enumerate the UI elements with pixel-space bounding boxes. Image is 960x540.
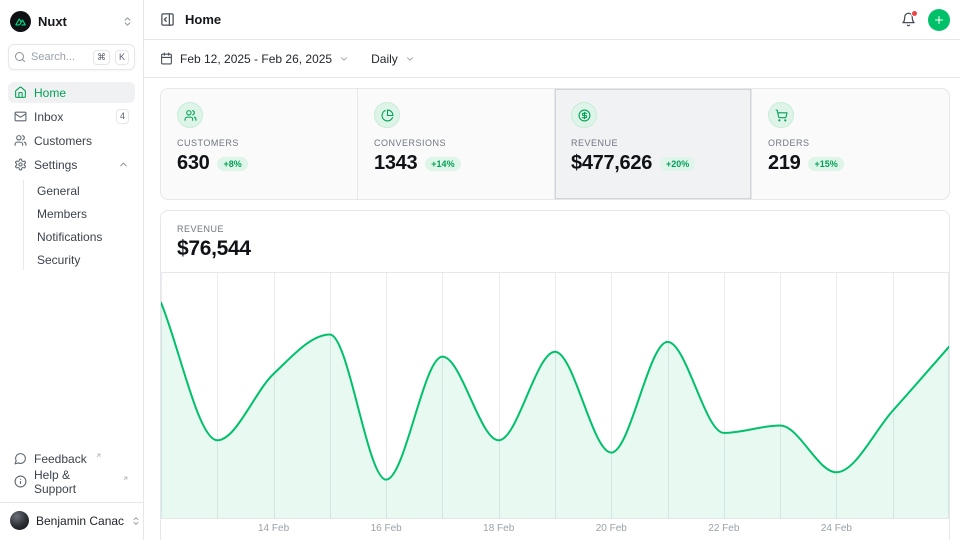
sidebar-item-inbox[interactable]: Inbox 4 (8, 106, 135, 127)
notification-dot (911, 10, 918, 17)
date-range-value: Feb 12, 2025 - Feb 26, 2025 (180, 52, 332, 66)
stat-orders[interactable]: ORDERS 219 +15% (752, 89, 949, 199)
x-tick-label: 14 Feb (258, 523, 289, 534)
chart-metric-label: REVENUE (177, 224, 933, 234)
revenue-chart-svg[interactable] (161, 273, 949, 519)
settings-submenu: General Members Notifications Security (23, 180, 135, 270)
app-window: Nuxt Search... ⌘ K Home (0, 0, 960, 540)
external-link-icon (122, 475, 129, 482)
chevrons-up-down-icon (122, 16, 133, 27)
x-tick-label: 16 Feb (371, 523, 402, 534)
user-name: Benjamin Canac (36, 514, 124, 528)
stat-delta-badge: +14% (425, 157, 460, 171)
stat-conversions[interactable]: CONVERSIONS 1343 +14% (358, 89, 555, 199)
search-placeholder: Search... (31, 51, 88, 63)
search-icon (14, 51, 26, 63)
users-icon (177, 102, 203, 128)
stat-value: $477,626 (571, 152, 652, 175)
sidebar: Nuxt Search... ⌘ K Home (0, 0, 144, 540)
help-support-label: Help & Support (34, 468, 114, 496)
sidebar-item-label: Settings (34, 158, 77, 172)
chevron-up-icon (118, 159, 129, 170)
stat-label: CONVERSIONS (374, 138, 538, 148)
add-button[interactable] (928, 9, 950, 31)
sidebar-nav: Home Inbox 4 Customers Settings (8, 82, 135, 270)
external-link-icon (95, 452, 102, 459)
chart-metric-value: $76,544 (177, 237, 933, 261)
inbox-icon (14, 110, 27, 123)
sidebar-item-label: Inbox (34, 110, 63, 124)
stat-value: 630 (177, 152, 209, 175)
x-tick-label: 24 Feb (821, 523, 852, 534)
chevron-down-icon (405, 54, 415, 64)
chevron-down-icon (339, 54, 349, 64)
chevrons-up-down-icon (131, 516, 141, 526)
stat-delta-badge: +8% (217, 157, 247, 171)
stat-delta-badge: +20% (660, 157, 695, 171)
sidebar-footer: Feedback Help & Support Benjamin Canac (8, 448, 135, 532)
workspace-switcher[interactable]: Nuxt (8, 8, 135, 34)
sidebar-item-home[interactable]: Home (8, 82, 135, 103)
feedback-link[interactable]: Feedback (8, 448, 135, 469)
x-tick-label: 22 Feb (708, 523, 739, 534)
stat-label: ORDERS (768, 138, 933, 148)
stat-label: REVENUE (571, 138, 735, 148)
chart-pie-icon (374, 102, 400, 128)
x-tick-label: 18 Feb (483, 523, 514, 534)
workspace-name: Nuxt (38, 14, 67, 29)
sidebar-item-customers[interactable]: Customers (8, 130, 135, 151)
inbox-count-badge: 4 (116, 109, 129, 124)
shopping-cart-icon (768, 102, 794, 128)
gear-icon (14, 158, 27, 171)
chart-x-ticks: 14 Feb 16 Feb 18 Feb 20 Feb 22 Feb 24 Feb (161, 519, 949, 539)
x-tick-label: 20 Feb (596, 523, 627, 534)
sidebar-item-settings[interactable]: Settings (8, 154, 135, 175)
home-icon (14, 86, 27, 99)
period-select[interactable]: Daily (371, 52, 415, 66)
stat-value: 1343 (374, 152, 417, 175)
help-support-link[interactable]: Help & Support (8, 471, 135, 492)
date-range-picker[interactable]: Feb 12, 2025 - Feb 26, 2025 (160, 52, 349, 66)
info-circle-icon (14, 475, 27, 488)
filters-toolbar: Feb 12, 2025 - Feb 26, 2025 Daily (144, 40, 960, 78)
stat-value: 219 (768, 152, 800, 175)
avatar (10, 511, 29, 530)
search-input[interactable]: Search... ⌘ K (8, 44, 135, 70)
sidebar-item-security[interactable]: Security (33, 249, 135, 270)
plus-icon (933, 14, 945, 26)
revenue-chart-card: REVENUE $76,544 14 Feb 16 Feb 18 Feb 20 Feb… (160, 210, 950, 540)
sidebar-item-label: Home (34, 86, 66, 100)
sidebar-item-label: Customers (34, 134, 92, 148)
users-icon (14, 134, 27, 147)
notifications-button[interactable] (901, 12, 916, 27)
stat-customers[interactable]: CUSTOMERS 630 +8% (161, 89, 358, 199)
kbd-meta: ⌘ (93, 50, 110, 65)
page-title: Home (185, 12, 221, 27)
stat-revenue[interactable]: REVENUE $477,626 +20% (555, 89, 752, 199)
sidebar-item-notifications[interactable]: Notifications (33, 226, 135, 247)
message-circle-icon (14, 452, 27, 465)
kbd-k: K (115, 50, 129, 65)
stat-delta-badge: +15% (808, 157, 843, 171)
chart-header: REVENUE $76,544 (161, 211, 949, 273)
period-value: Daily (371, 52, 398, 66)
feedback-label: Feedback (34, 452, 87, 466)
calendar-icon (160, 52, 173, 65)
sidebar-item-general[interactable]: General (33, 180, 135, 201)
chart-plot-area (161, 273, 949, 519)
sidebar-item-members[interactable]: Members (33, 203, 135, 224)
collapse-sidebar-icon[interactable] (160, 12, 175, 27)
stats-row: CUSTOMERS 630 +8% CONVERSIONS 1343 +14% … (160, 88, 950, 200)
stat-label: CUSTOMERS (177, 138, 341, 148)
topbar: Home (144, 0, 960, 40)
nuxt-logo-icon (10, 11, 31, 32)
circle-dollar-icon (571, 102, 597, 128)
user-menu[interactable]: Benjamin Canac (0, 502, 143, 532)
